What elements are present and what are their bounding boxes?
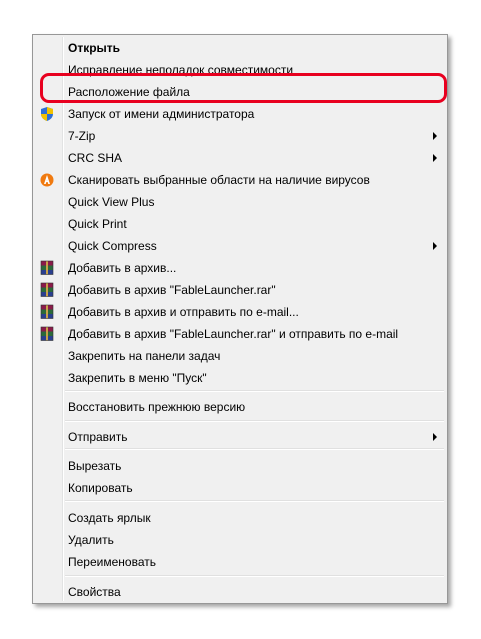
submenu-arrow-icon [433,132,437,140]
menu-separator [65,448,444,450]
menu-item-добавить-в-архив-и-отправить-по-e-mail[interactable]: Добавить в архив и отправить по e-mail..… [35,301,445,323]
menu-item-добавить-в-архив[interactable]: Добавить в архив... [35,257,445,279]
menu-item-закрепить-на-панели-задач[interactable]: Закрепить на панели задач [35,345,445,367]
menu-item-добавить-в-архив-fablelauncher-rar-и-отправить-по-e-mail[interactable]: Добавить в архив "FableLauncher.rar" и о… [35,323,445,345]
menu-item-переименовать[interactable]: Переименовать [35,551,445,573]
menu-item-копировать[interactable]: Копировать [35,477,445,499]
menu-item-удалить[interactable]: Удалить [35,529,445,551]
winrar-icon [39,304,55,320]
menu-item-label: Запуск от имени администратора [68,107,255,121]
menu-item-label: Quick Print [68,217,127,231]
menu-item-label: Восстановить прежнюю версию [68,400,246,414]
menu-item-label: Quick View Plus [68,195,155,209]
avast-icon [39,172,55,188]
menu-item-вырезать[interactable]: Вырезать [35,455,445,477]
menu-item-открыть[interactable]: Открыть [35,37,445,59]
menu-item-запуск-от-имени-администратора[interactable]: Запуск от имени администратора [35,103,445,125]
menu-item-исправление-неполадок-совместимости[interactable]: Исправление неполадок совместимости [35,59,445,81]
menu-item-label: Удалить [68,533,114,547]
menu-separator [65,500,444,502]
menu-item-label: Сканировать выбранные области на наличие… [68,173,370,187]
submenu-arrow-icon [433,242,437,250]
context-menu: Открыть Исправление неполадок совместимос… [32,34,448,604]
menu-item-label: Переименовать [68,555,156,569]
winrar-icon [39,282,55,298]
shield-icon [39,106,55,122]
menu-item-label: CRC SHA [68,151,123,165]
menu-separator [65,390,444,392]
submenu-arrow-icon [433,433,437,441]
menu-separator [65,575,444,577]
menu-item-отправить[interactable]: Отправить [35,426,445,448]
menu-item-label: Закрепить в меню "Пуск" [68,371,207,385]
menu-item-сканировать-выбранные-области-на-наличие-вирусов[interactable]: Сканировать выбранные области на наличие… [35,169,445,191]
menu-item-quick-compress[interactable]: Quick Compress [35,235,445,257]
menu-item-закрепить-в-меню-пуск[interactable]: Закрепить в меню "Пуск" [35,367,445,389]
menu-item-label: Добавить в архив "FableLauncher.rar" [68,283,276,297]
menu-item-label: Создать ярлык [68,511,151,525]
menu-item-quick-view-plus[interactable]: Quick View Plus [35,191,445,213]
menu-item-расположение-файла[interactable]: Расположение файла [35,81,445,103]
menu-item-label: Расположение файла [68,85,190,99]
submenu-arrow-icon [433,154,437,162]
menu-item-label: Исправление неполадок совместимости [68,63,294,77]
menu-item-создать-ярлык[interactable]: Создать ярлык [35,507,445,529]
menu-item-label: Отправить [68,430,128,444]
menu-item-добавить-в-архив-fablelauncher-rar[interactable]: Добавить в архив "FableLauncher.rar" [35,279,445,301]
menu-item-label: Открыть [68,41,121,55]
menu-item-label: Добавить в архив "FableLauncher.rar" и о… [68,327,399,341]
menu-item-свойства[interactable]: Свойства [35,581,445,603]
menu-item-label: Добавить в архив... [68,261,177,275]
winrar-icon [39,260,55,276]
menu-separator [65,420,444,422]
menu-item-crc-sha[interactable]: CRC SHA [35,147,445,169]
menu-item-label: Закрепить на панели задач [68,349,221,363]
menu-item-label: Свойства [68,585,121,599]
menu-item-label: Копировать [68,481,133,495]
menu-item-восстановить-прежнюю-версию[interactable]: Восстановить прежнюю версию [35,396,445,418]
winrar-icon [39,326,55,342]
menu-item-label: Вырезать [68,459,122,473]
menu-item-quick-print[interactable]: Quick Print [35,213,445,235]
menu-item-label: Quick Compress [68,239,157,253]
menu-item-label: 7-Zip [68,129,96,143]
menu-item-label: Добавить в архив и отправить по e-mail..… [68,305,299,319]
menu-item-7-zip[interactable]: 7-Zip [35,125,445,147]
